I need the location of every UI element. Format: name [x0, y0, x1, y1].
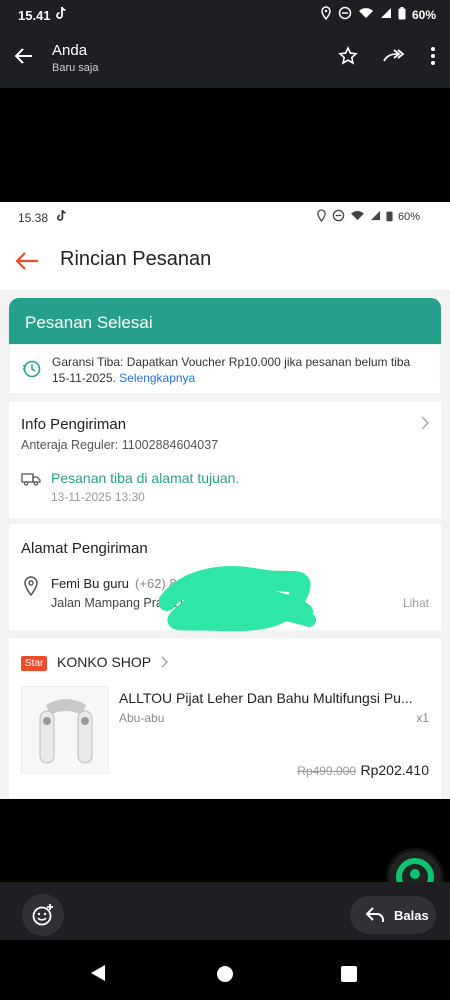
shipping-status: Pesanan tiba di alamat tujuan. [51, 470, 240, 486]
nav-home-icon[interactable] [216, 965, 234, 983]
location-icon [320, 6, 332, 23]
shop-order-card[interactable]: Star KONKO SHOP ALLTOU Pijat Leher Dan B… [9, 638, 441, 798]
more-options-icon[interactable] [430, 46, 436, 71]
page-title: Rincian Pesanan [60, 248, 212, 270]
address-heading: Alamat Pengiriman [21, 540, 148, 557]
guarantee-text: Garansi Tiba: Dapatkan Voucher Rp10.000 … [52, 355, 411, 385]
chevron-right-icon[interactable] [161, 655, 168, 673]
truck-icon [21, 472, 41, 491]
dnd-icon [338, 6, 352, 23]
nav-recents-icon[interactable] [340, 965, 358, 983]
signal-icon [380, 7, 392, 22]
battery-level: 60% [411, 7, 436, 22]
clock-icon [22, 359, 42, 383]
signal-icon [370, 210, 381, 224]
star-seller-badge: Star [21, 656, 48, 671]
product-name: ALLTOU Pijat Leher Dan Bahu Multifungsi … [119, 690, 413, 706]
order-status-banner: Pesanan Selesai [9, 298, 441, 344]
nav-back-icon[interactable] [90, 964, 106, 982]
guarantee-notice: Garansi Tiba: Dapatkan Voucher Rp10.000 … [9, 344, 441, 394]
forward-icon[interactable] [382, 46, 406, 71]
see-more-link[interactable]: Lihat [403, 596, 429, 610]
emoji-reaction-button[interactable] [22, 894, 64, 936]
emoji-icon [32, 904, 53, 926]
system-nav-bar [0, 940, 450, 1000]
wifi-icon [358, 7, 374, 22]
dnd-icon [332, 209, 345, 225]
shipping-info-card[interactable]: Info Pengiriman Anteraja Reguler: 110028… [9, 402, 441, 518]
inner-status-time: 15.38 [18, 211, 49, 225]
reply-icon [364, 905, 386, 928]
inner-battery-level: 60% [397, 211, 420, 223]
shipping-datetime: 13-11-2025 13:30 [51, 490, 145, 504]
product-quantity: x1 [416, 711, 429, 725]
viewer-status-bar: 15.41 60% [0, 0, 450, 30]
sender-name: Anda [52, 42, 88, 59]
reply-button[interactable]: Balas [350, 896, 436, 934]
recipient-name: Femi Bu guru [51, 576, 130, 591]
shipping-address-card[interactable]: Alamat Pengiriman Femi Bu guru (+62) 821 … [9, 524, 441, 632]
shared-screenshot: 15.38 60% Rincian Pesanan Pesanan Selesa… [0, 202, 450, 799]
inner-status-bar: 15.38 60% [0, 202, 450, 232]
shipping-heading: Info Pengiriman [21, 416, 127, 433]
back-arrow-icon[interactable] [14, 46, 34, 71]
shop-name[interactable]: KONKO SHOP [57, 654, 151, 670]
reply-label: Balas [394, 908, 429, 923]
location-icon [316, 209, 327, 225]
battery-icon [398, 6, 406, 23]
original-price: Rp499.000 [297, 764, 356, 778]
tiktok-icon [56, 209, 67, 225]
redaction-scribble [159, 566, 316, 632]
product-variant: Abu-abu [119, 711, 165, 725]
viewer-header: Anda Baru saja [0, 30, 450, 88]
star-icon[interactable] [338, 46, 358, 71]
status-time: 15.41 [18, 8, 51, 23]
location-pin-icon [23, 576, 39, 601]
tiktok-icon [55, 6, 67, 23]
final-price: Rp202.410 [360, 762, 429, 778]
battery-icon [386, 210, 393, 225]
wifi-icon [350, 210, 365, 224]
shipping-courier: Anteraja Reguler: 11002884604037 [21, 438, 219, 452]
guarantee-more-link[interactable]: Selengkapnya [119, 371, 195, 385]
product-image[interactable] [21, 686, 109, 774]
sent-time: Baru saja [52, 62, 99, 74]
order-detail-header: Rincian Pesanan [0, 232, 450, 290]
back-arrow-icon[interactable] [14, 250, 40, 277]
chevron-right-icon[interactable] [421, 416, 430, 435]
